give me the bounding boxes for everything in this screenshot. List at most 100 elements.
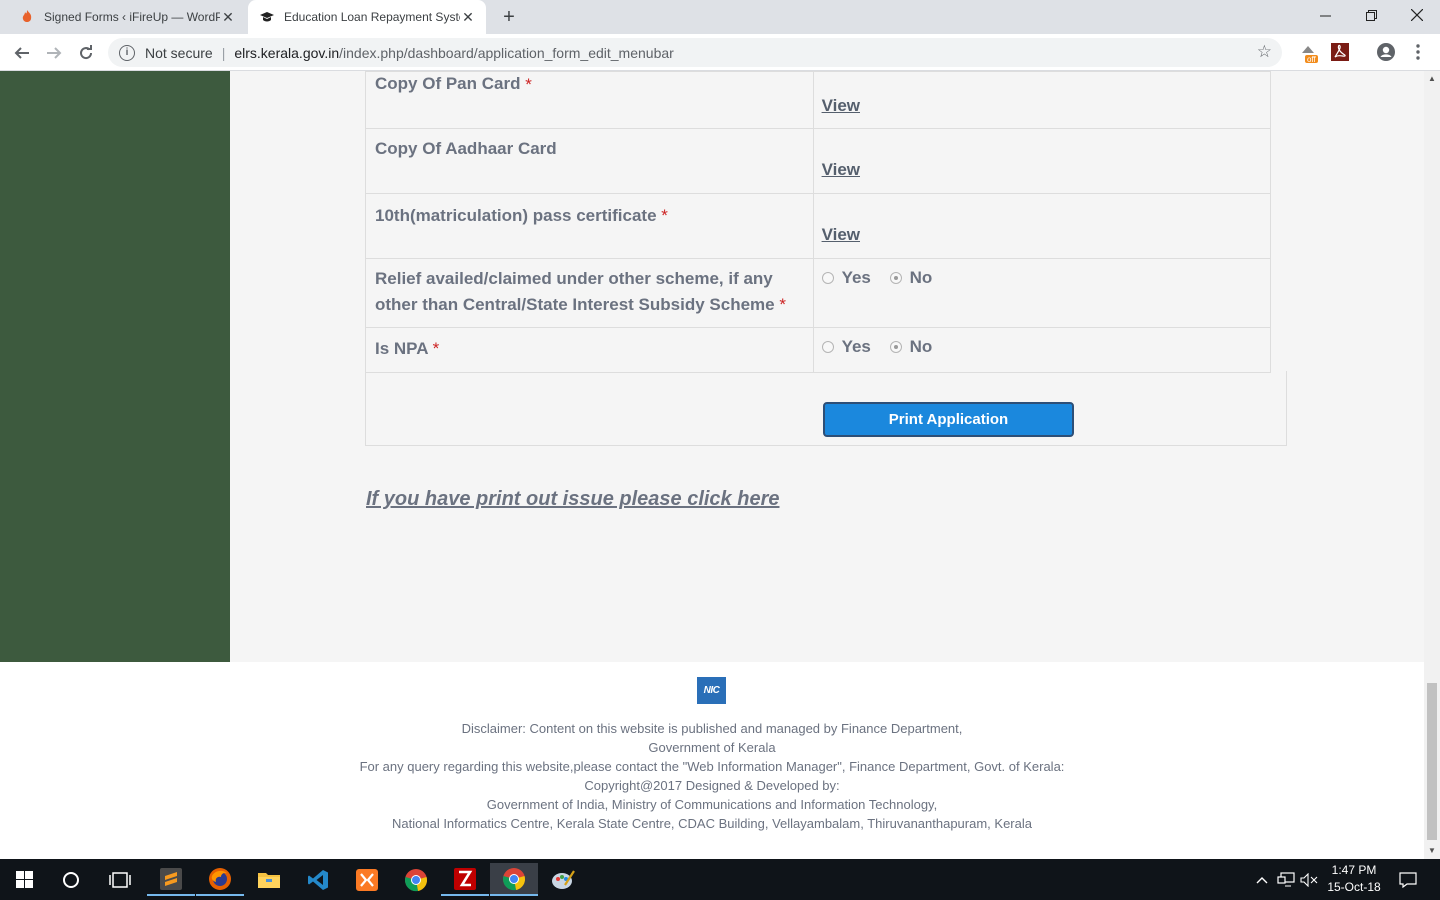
browser-toolbar: i Not secure | elrs.kerala.gov.in/index.… <box>0 34 1440 71</box>
required-marker: * <box>779 295 786 314</box>
forward-icon[interactable] <box>41 40 67 66</box>
nic-logo: NIC <box>697 677 726 704</box>
radio-circle[interactable] <box>821 272 834 284</box>
field-label: Is NPA <box>375 339 428 358</box>
scroll-down-icon[interactable]: ▼ <box>1424 846 1440 855</box>
bookmark-star-icon[interactable]: ☆ <box>1257 42 1272 62</box>
close-window-icon[interactable] <box>1394 0 1440 30</box>
task-view-icon[interactable] <box>96 863 144 896</box>
taskbar-clock[interactable]: 1:47 PM 15-Oct-18 <box>1318 862 1390 896</box>
close-tab-icon[interactable]: ✕ <box>220 9 236 26</box>
minimize-icon[interactable] <box>1302 0 1348 30</box>
form-label-cell: Is NPA * <box>365 327 814 373</box>
filezilla-icon[interactable] <box>441 863 489 896</box>
field-label-line1: Relief availed/claimed under other schem… <box>375 269 773 288</box>
tab-title: Signed Forms ‹ iFireUp — WordPress <box>44 10 220 24</box>
wordpress-flame-icon <box>18 8 36 26</box>
form-row-10th-certificate: 10th(matriculation) pass certificate * V… <box>365 193 1272 259</box>
view-aadhaar-card-link[interactable]: View <box>822 160 860 180</box>
form-label-cell: 10th(matriculation) pass certificate * <box>365 193 814 259</box>
print-application-button[interactable]: Print Application <box>823 402 1074 437</box>
sublime-text-icon[interactable] <box>147 863 195 896</box>
footer-copyright: Copyright@2017 Designed & Developed by: <box>584 778 840 793</box>
radio-label: No <box>909 268 933 287</box>
view-pan-card-link[interactable]: View <box>822 96 860 116</box>
radio-circle-selected[interactable] <box>889 341 902 353</box>
npa-yes-radio[interactable]: Yes <box>821 337 871 357</box>
print-issue-link[interactable]: If you have print out issue please click… <box>366 488 779 511</box>
required-marker: * <box>432 339 440 358</box>
field-label: 10th(matriculation) pass certificate <box>375 206 657 225</box>
application-form-table: Copy Of Pan Card * View Copy Of Aadhaar … <box>365 71 1272 373</box>
new-tab-icon[interactable]: + <box>497 5 521 29</box>
chrome-icon[interactable] <box>392 863 440 896</box>
radio-label: Yes <box>841 268 871 287</box>
network-icon[interactable] <box>1275 859 1297 900</box>
view-10th-certificate-link[interactable]: View <box>822 225 860 245</box>
address-bar[interactable]: i Not secure | elrs.kerala.gov.in/index.… <box>108 38 1282 67</box>
address-separator: | <box>221 44 226 61</box>
relief-yes-radio[interactable]: Yes <box>821 268 871 288</box>
pdf-extension-icon[interactable] <box>1329 41 1351 63</box>
relief-no-radio[interactable]: No <box>889 268 933 288</box>
profile-icon[interactable] <box>1375 41 1397 63</box>
url-host: elrs.kerala.gov.in <box>234 44 340 61</box>
radio-circle-selected[interactable] <box>889 272 902 284</box>
footer-contact: For any query regarding this website,ple… <box>359 759 1065 774</box>
back-icon[interactable] <box>9 40 35 66</box>
volume-muted-icon[interactable] <box>1298 859 1320 900</box>
radio-label: No <box>909 337 933 356</box>
reload-icon[interactable] <box>73 40 99 66</box>
url-path: /index.php/dashboard/application_form_ed… <box>339 44 674 61</box>
print-section: Print Application <box>365 371 1287 446</box>
action-center-icon[interactable] <box>1396 859 1420 900</box>
radio-label: Yes <box>841 337 871 356</box>
windows-start-icon[interactable] <box>0 863 48 896</box>
cortana-search-icon[interactable] <box>47 863 95 896</box>
form-value-cell: View <box>812 193 1272 259</box>
menu-kebab-icon[interactable] <box>1407 41 1429 63</box>
tray-chevron-up-icon[interactable] <box>1252 859 1272 900</box>
browser-tab-bar: Signed Forms ‹ iFireUp — WordPress ✕ Edu… <box>0 0 1440 34</box>
firefox-icon[interactable] <box>196 863 244 896</box>
extension-adblock-icon[interactable]: off <box>1297 41 1319 64</box>
footer-government: Government of Kerala <box>648 740 776 755</box>
field-label: Copy Of Pan Card <box>375 74 521 93</box>
npa-no-radio[interactable]: No <box>889 337 933 357</box>
scroll-up-icon[interactable]: ▲ <box>1424 74 1440 83</box>
form-row-relief-availed: Relief availed/claimed under other schem… <box>365 258 1272 328</box>
radio-circle[interactable] <box>821 341 834 353</box>
footer-ministry: Government of India, Ministry of Communi… <box>486 797 938 812</box>
page-content: Copy Of Pan Card * View Copy Of Aadhaar … <box>0 71 1424 859</box>
tab-education-loan[interactable]: Education Loan Repayment System ✕ <box>248 0 486 34</box>
form-row-aadhaar-card: Copy Of Aadhaar Card View <box>365 128 1272 194</box>
restore-icon[interactable] <box>1348 0 1394 30</box>
form-label-cell: Relief availed/claimed under other schem… <box>365 258 814 328</box>
tab-signed-forms[interactable]: Signed Forms ‹ iFireUp — WordPress ✕ <box>8 0 246 34</box>
form-value-cell: Yes No <box>812 327 1272 373</box>
form-value-cell: View <box>812 71 1272 129</box>
scrollbar-thumb[interactable] <box>1427 683 1437 840</box>
footer: NIC Disclaimer: Content on this website … <box>0 662 1424 859</box>
windows-taskbar: 1:47 PM 15-Oct-18 <box>0 859 1440 900</box>
clock-date: 15-Oct-18 <box>1327 880 1381 894</box>
footer-disclaimer: Disclaimer: Content on this website is p… <box>461 721 963 736</box>
form-value-cell: View <box>812 128 1272 194</box>
field-label: Copy Of Aadhaar Card <box>375 139 557 158</box>
close-tab-icon[interactable]: ✕ <box>460 9 476 26</box>
form-row-is-npa: Is NPA * Yes No <box>365 327 1272 373</box>
required-marker: * <box>661 206 668 225</box>
sidebar <box>0 71 230 662</box>
security-label: Not secure <box>145 44 213 61</box>
xampp-icon[interactable] <box>343 863 391 896</box>
chrome-active-icon[interactable] <box>490 863 538 896</box>
vscode-icon[interactable] <box>294 863 342 896</box>
form-value-cell: Yes No <box>812 258 1272 328</box>
form-label-cell: Copy Of Pan Card * <box>365 71 814 129</box>
file-explorer-icon[interactable] <box>245 863 293 896</box>
paint-palette-icon[interactable] <box>539 863 587 896</box>
vertical-scrollbar[interactable]: ▲ ▼ <box>1424 71 1440 859</box>
clock-time: 1:47 PM <box>1331 863 1377 877</box>
info-icon[interactable]: i <box>119 44 135 61</box>
form-label-cell: Copy Of Aadhaar Card <box>365 128 814 194</box>
